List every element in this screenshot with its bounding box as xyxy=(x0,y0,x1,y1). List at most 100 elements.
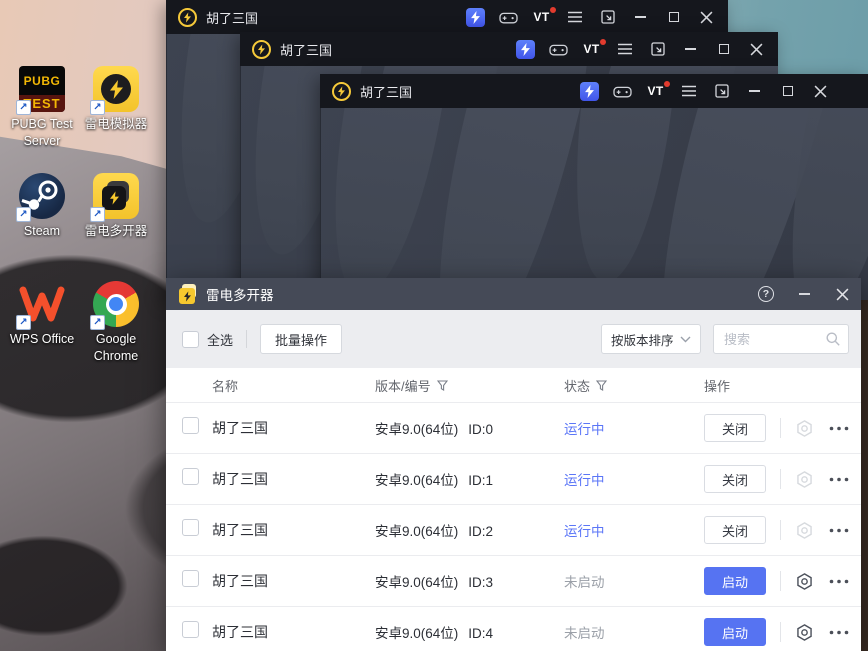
emulator-titlebar[interactable]: 胡了三国 VT xyxy=(240,32,778,66)
instance-version: 安卓9.0(64位) xyxy=(375,422,459,437)
instance-version: 安卓9.0(64位) xyxy=(375,575,459,590)
shortcut-arrow-icon: ↗ xyxy=(90,100,105,115)
boost-icon[interactable] xyxy=(516,39,535,59)
emulator-titlebar[interactable]: 胡了三国 VT xyxy=(320,74,868,108)
settings-gear-button[interactable] xyxy=(794,469,814,489)
close-icon xyxy=(836,288,848,300)
row-checkbox[interactable] xyxy=(182,468,199,485)
header-version: 版本/编号 xyxy=(375,378,431,394)
instance-action-button[interactable]: 关闭 xyxy=(704,465,766,493)
window-title: 胡了三国 xyxy=(280,42,333,58)
help-button[interactable]: ? xyxy=(757,285,775,303)
notification-dot xyxy=(600,38,606,45)
settings-gear-button[interactable] xyxy=(794,520,814,540)
vt-indicator[interactable]: VT xyxy=(532,6,556,27)
popout-window-icon[interactable] xyxy=(648,40,667,59)
popout-window-icon[interactable] xyxy=(712,82,731,101)
select-all-checkbox[interactable] xyxy=(182,330,199,348)
instance-version: 安卓9.0(64位) xyxy=(375,626,459,641)
maximize-button[interactable] xyxy=(714,40,733,59)
ldplayer-logo-icon xyxy=(332,81,351,101)
more-options-button[interactable] xyxy=(828,469,850,489)
desktop-icon-ld-multiplayer[interactable]: ↗ 雷电多开器 xyxy=(73,173,159,240)
instance-version: 安卓9.0(64位) xyxy=(375,524,459,539)
settings-gear-button[interactable] xyxy=(794,622,814,642)
close-icon xyxy=(814,85,827,97)
minimize-button[interactable] xyxy=(681,40,700,59)
gamepad-icon[interactable] xyxy=(613,82,632,101)
shortcut-arrow-icon: ↗ xyxy=(16,100,31,115)
minimize-button[interactable] xyxy=(795,285,813,303)
bg-pattern xyxy=(559,108,676,288)
gamepad-icon[interactable] xyxy=(499,8,518,27)
minimize-button[interactable] xyxy=(745,82,764,101)
instance-action-button[interactable]: 启动 xyxy=(704,618,766,646)
emulator-window: 胡了三国 VT xyxy=(320,74,868,300)
divider xyxy=(780,622,781,642)
divider xyxy=(780,571,781,591)
bolt-glyph xyxy=(109,191,119,205)
header-name: 名称 xyxy=(212,378,239,394)
chevron-down-icon xyxy=(680,336,691,342)
close-button[interactable] xyxy=(747,40,766,59)
boost-icon[interactable] xyxy=(466,7,485,27)
select-all-label: 全选 xyxy=(207,332,234,348)
row-checkbox[interactable] xyxy=(182,417,199,434)
desktop-icon-label: WPS Office xyxy=(9,332,75,346)
more-options-button[interactable] xyxy=(828,622,850,642)
table-header: 名称 版本/编号 状态 操作 xyxy=(166,368,861,403)
instance-id: ID:0 xyxy=(468,422,494,437)
close-icon xyxy=(750,43,763,55)
close-button[interactable] xyxy=(811,82,830,101)
batch-operations-button[interactable]: 批量操作 xyxy=(260,324,343,354)
row-checkbox[interactable] xyxy=(182,519,199,536)
more-options-button[interactable] xyxy=(828,520,850,540)
manager-titlebar[interactable]: 雷电多开器 ? xyxy=(166,278,861,310)
instance-id: ID:2 xyxy=(468,524,494,539)
instance-action-button[interactable]: 关闭 xyxy=(704,414,766,442)
maximize-button[interactable] xyxy=(664,8,683,27)
instance-action-button[interactable]: 关闭 xyxy=(704,516,766,544)
boost-icon[interactable] xyxy=(580,81,599,101)
sort-select-value: 按版本排序 xyxy=(611,333,674,348)
gamepad-icon[interactable] xyxy=(549,40,568,59)
close-button[interactable] xyxy=(697,8,716,27)
instance-status: 运行中 xyxy=(564,473,605,488)
shortcut-arrow-icon: ↗ xyxy=(16,315,31,330)
menu-icon[interactable] xyxy=(565,8,584,27)
emulator-screen[interactable] xyxy=(320,108,868,300)
vt-indicator[interactable]: VT xyxy=(646,80,670,101)
popout-window-icon[interactable] xyxy=(598,8,617,27)
vt-indicator[interactable]: VT xyxy=(582,38,606,59)
row-checkbox[interactable] xyxy=(182,621,199,638)
bolt-glyph xyxy=(109,79,123,99)
settings-gear-button[interactable] xyxy=(794,571,814,591)
multi-instance-manager-window: 雷电多开器 ? 全选 批量操作 按版本排序 搜索 名称 版本/编号 状态 操作 … xyxy=(166,278,861,651)
filter-icon[interactable] xyxy=(596,379,608,391)
instance-row: 胡了三国 安卓9.0(64位) ID:2 运行中 关闭 xyxy=(166,505,861,556)
more-options-button[interactable] xyxy=(828,571,850,591)
instance-row: 胡了三国 安卓9.0(64位) ID:4 未启动 启动 xyxy=(166,607,861,651)
emulator-titlebar[interactable]: 胡了三国 VT xyxy=(166,0,728,34)
vt-label: VT xyxy=(583,42,600,56)
filter-icon[interactable] xyxy=(436,379,448,391)
sort-select[interactable]: 按版本排序 xyxy=(601,324,701,354)
instance-action-button[interactable]: 启动 xyxy=(704,567,766,595)
instance-name: 胡了三国 xyxy=(212,420,268,436)
shortcut-arrow-icon: ↗ xyxy=(16,207,31,222)
maximize-button[interactable] xyxy=(778,82,797,101)
instance-name: 胡了三国 xyxy=(212,624,268,640)
header-operation: 操作 xyxy=(704,378,731,394)
desktop-icon-ldplayer[interactable]: ↗ 雷电模拟器 xyxy=(73,66,159,133)
row-checkbox[interactable] xyxy=(182,570,199,587)
divider xyxy=(780,469,781,489)
menu-icon[interactable] xyxy=(615,40,634,59)
settings-gear-button[interactable] xyxy=(794,418,814,438)
instance-row: 胡了三国 安卓9.0(64位) ID:0 运行中 关闭 xyxy=(166,403,861,454)
desktop-icon-google-chrome[interactable]: ↗ Google Chrome xyxy=(73,281,159,365)
menu-icon[interactable] xyxy=(679,82,698,101)
shortcut-arrow-icon: ↗ xyxy=(90,315,105,330)
close-button[interactable] xyxy=(833,285,851,303)
minimize-button[interactable] xyxy=(631,8,650,27)
more-options-button[interactable] xyxy=(828,418,850,438)
